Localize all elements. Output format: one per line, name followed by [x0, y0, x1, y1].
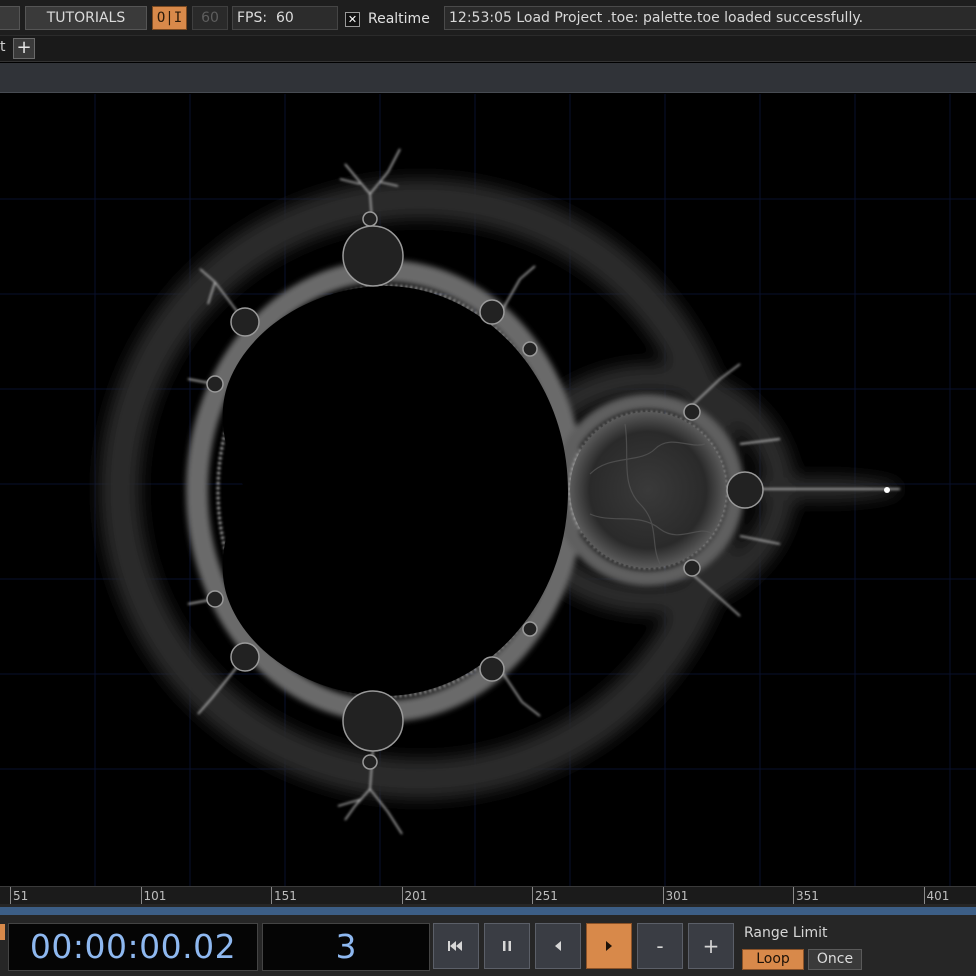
transport-bar: 00:00:00.02 3 - + Range Limit Loop Once	[0, 918, 976, 976]
add-pane-button[interactable]: +	[13, 38, 35, 59]
timeline-tick: 151	[271, 887, 297, 905]
step-back-icon	[555, 941, 561, 951]
frame-display[interactable]: 3	[262, 923, 430, 971]
once-button[interactable]: Once	[808, 949, 862, 970]
timeline-tick: 51	[10, 887, 28, 905]
pane-tab-bar: t +	[0, 36, 976, 62]
tutorials-button[interactable]: TUTORIALS	[25, 6, 147, 30]
pane-tab[interactable]: t	[0, 39, 6, 55]
step-backward-button[interactable]: -	[637, 923, 683, 969]
step-forward-button[interactable]: +	[688, 923, 734, 969]
play-button[interactable]	[586, 923, 632, 969]
loop-button[interactable]: Loop	[742, 949, 804, 970]
timeline-tick: 401	[923, 887, 949, 905]
timeline-range-bar[interactable]	[0, 904, 976, 918]
timeline-ruler[interactable]: 51 101 151 201 251 301 351 401	[0, 886, 976, 905]
network-path-bar	[0, 63, 976, 93]
timeline-tick: 301	[662, 887, 688, 905]
mandelbrot-period2-bulb	[570, 412, 726, 568]
pause-button[interactable]	[484, 923, 530, 969]
render-viewer[interactable]	[0, 94, 976, 886]
play-reverse-button[interactable]	[535, 923, 581, 969]
fps-value: 60	[276, 10, 294, 26]
skip-to-start-icon	[448, 941, 462, 951]
fps-label: FPS:	[237, 10, 268, 26]
timeline-tick: 101	[140, 887, 166, 905]
range-limit-label: Range Limit	[744, 925, 828, 941]
realtime-toggle[interactable]: ✕ Realtime	[345, 10, 430, 28]
transport-indicator	[0, 924, 5, 940]
timeline-tick: 351	[793, 887, 819, 905]
rewind-button[interactable]	[433, 923, 479, 969]
realtime-label: Realtime	[368, 11, 430, 27]
timeline-tick: 251	[532, 887, 558, 905]
toolbar-partial-button[interactable]	[0, 6, 20, 30]
status-message: 12:53:05 Load Project .toe: palette.toe …	[444, 6, 976, 30]
fps-display: FPS: 60	[232, 6, 338, 30]
play-icon	[606, 941, 612, 951]
realtime-checkbox[interactable]: ✕	[345, 11, 360, 27]
fps-cap-field[interactable]: 60	[192, 6, 228, 30]
timeline-tick: 201	[401, 887, 427, 905]
perform-mode-button[interactable]: O|I	[152, 6, 187, 30]
mandelbrot-render	[0, 94, 976, 886]
top-toolbar: TUTORIALS O|I 60 FPS: 60 ✕ Realtime 12:5…	[0, 0, 976, 36]
pause-icon	[503, 941, 511, 951]
timeline-range-fill	[0, 907, 976, 915]
timecode-display[interactable]: 00:00:00.02	[8, 923, 258, 971]
fractal-tip	[884, 487, 890, 493]
